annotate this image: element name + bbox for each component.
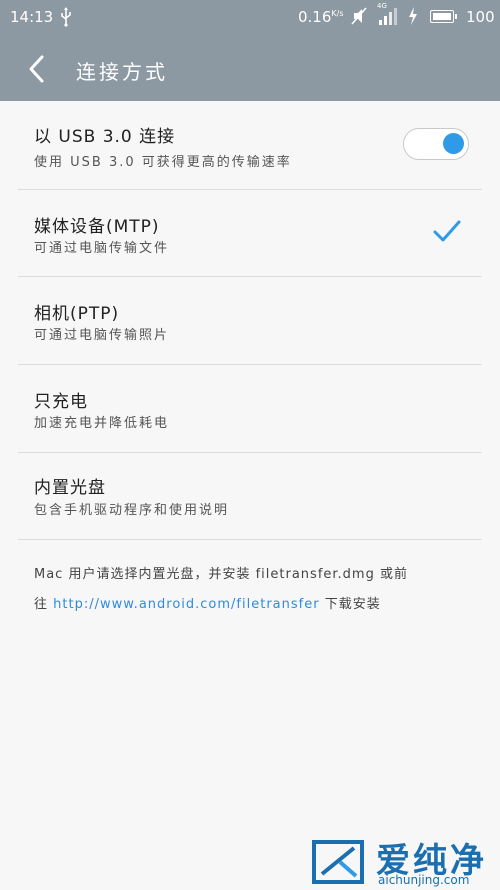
network-type-label: 4G	[377, 2, 387, 10]
option-ptp-title: 相机(PTP)	[34, 304, 120, 324]
title-bar: 连接方式	[0, 36, 500, 101]
option-charge-only-subtitle: 加速充电并降低耗电	[34, 416, 170, 431]
network-speed: 0.16K/s	[298, 8, 344, 26]
status-bar: 14:13 0.16K/s 4G 100	[0, 0, 500, 36]
option-charge-only-title: 只充电	[34, 392, 88, 412]
option-builtin-cd-subtitle: 包含手机驱动程序和使用说明	[34, 503, 230, 518]
option-ptp-subtitle: 可通过电脑传输照片	[34, 328, 170, 343]
option-builtin-cd-title: 内置光盘	[34, 478, 106, 498]
back-icon[interactable]	[26, 54, 50, 84]
status-time: 14:13	[10, 8, 54, 26]
charging-icon	[408, 6, 418, 30]
watermark: 爱纯净 aichunjing.com	[310, 833, 500, 889]
mac-note-prefix: 往	[34, 597, 49, 612]
divider	[18, 539, 482, 540]
checkmark-icon	[432, 219, 462, 245]
signal-icon: 4G	[377, 2, 399, 30]
toggle-knob	[443, 133, 464, 154]
status-icons: 4G	[350, 2, 418, 30]
usb3-toggle[interactable]	[403, 128, 469, 160]
watermark-en: aichunjing.com	[378, 873, 470, 887]
option-usb3-subtitle: 使用 USB 3.0 可获得更高的传输速率	[34, 155, 292, 170]
option-mtp[interactable]: 媒体设备(MTP) 可通过电脑传输文件	[0, 190, 500, 276]
option-mtp-title: 媒体设备(MTP)	[34, 217, 160, 237]
speed-value: 0.16	[298, 8, 332, 26]
watermark-logo	[310, 836, 370, 886]
mac-note-line1: Mac 用户请选择内置光盘，并安装 filetransfer.dmg 或前	[34, 567, 408, 582]
page-title: 连接方式	[76, 60, 168, 84]
battery-level: 100	[466, 8, 495, 26]
option-usb3-title: 以 USB 3.0 连接	[34, 127, 176, 147]
option-mtp-subtitle: 可通过电脑传输文件	[34, 241, 170, 256]
speed-unit: K/s	[331, 9, 344, 18]
option-charge-only[interactable]: 只充电 加速充电并降低耗电	[0, 365, 500, 452]
battery-cap	[455, 14, 457, 19]
filetransfer-link[interactable]: http://www.android.com/filetransfer	[53, 597, 319, 612]
battery-icon	[430, 10, 454, 23]
mac-note-suffix: 下载安装	[324, 597, 381, 612]
usb-icon	[60, 7, 72, 31]
option-ptp[interactable]: 相机(PTP) 可通过电脑传输照片	[0, 277, 500, 364]
option-builtin-cd[interactable]: 内置光盘 包含手机驱动程序和使用说明	[0, 453, 500, 539]
mac-note-line2: 往 http://www.android.com/filetransfer 下载…	[34, 593, 381, 612]
mute-icon	[350, 6, 368, 30]
